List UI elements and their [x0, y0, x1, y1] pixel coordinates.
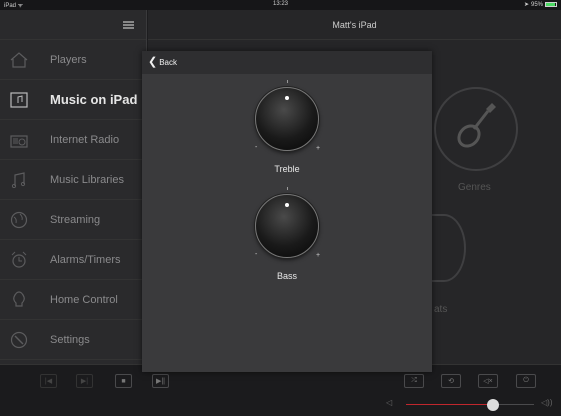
location-icon: ➤: [523, 2, 529, 8]
status-right: ➤ 95%: [524, 1, 557, 8]
treble-knob[interactable]: [255, 87, 319, 151]
bass-knob-wrap: [255, 194, 319, 258]
sidebar-item-label: Settings: [50, 333, 90, 346]
bass-plus: +: [316, 252, 321, 259]
play-pause-icon: ▶||: [155, 378, 166, 385]
bass-knob[interactable]: [255, 194, 319, 258]
lightbulb-icon: [10, 290, 28, 309]
house-icon: [10, 51, 28, 69]
repeat-button[interactable]: ⟲: [441, 374, 461, 388]
stop-icon: ■: [121, 377, 126, 385]
bass-minus: -: [255, 251, 258, 258]
alarm-clock-icon: [10, 251, 28, 269]
shuffle-icon: ⤮: [411, 377, 417, 384]
play-pause-button[interactable]: ▶||: [152, 374, 169, 388]
bass-indicator: [285, 203, 289, 207]
sidebar-item-label: Music on iPad: [50, 92, 138, 107]
mute-button[interactable]: ◁×: [478, 374, 498, 388]
sidebar: Players Music on iPad Internet Radio Mus…: [0, 10, 147, 364]
tone-panel: ❮ Back - + Treble - + Bass: [142, 51, 432, 372]
next-button[interactable]: ▶|: [76, 374, 93, 388]
sidebar-item-label: Players: [50, 53, 87, 66]
battery-percent: 95%: [530, 1, 543, 8]
treble-label: Treble: [274, 164, 300, 174]
genres-label: Genres: [458, 182, 491, 193]
treble-indicator: [285, 96, 289, 100]
sidebar-item-internet-radio[interactable]: Internet Radio: [0, 120, 146, 160]
power-icon: ⏻: [523, 377, 529, 384]
volume-fill: [406, 404, 494, 405]
menu-button[interactable]: [0, 10, 146, 40]
stop-button[interactable]: ■: [115, 374, 132, 388]
volume-low-icon: ◁: [386, 398, 393, 407]
volume-thumb[interactable]: [487, 399, 500, 411]
power-button[interactable]: ⏻: [516, 374, 536, 388]
repeat-icon: ⟲: [448, 378, 454, 385]
bass-label: Bass: [276, 271, 297, 281]
sidebar-item-alarms-timers[interactable]: Alarms/Timers: [0, 240, 146, 280]
globe-icon: [10, 211, 28, 229]
guitar-icon: [457, 103, 496, 148]
sidebar-item-label: Internet Radio: [50, 133, 120, 146]
volume-high-icon: ◁)): [541, 398, 553, 407]
back-label: Back: [159, 58, 178, 67]
treble-minus: -: [255, 144, 258, 151]
hamburger-icon: [123, 21, 134, 29]
previous-icon: |◀: [44, 378, 53, 385]
next-icon: ▶|: [80, 378, 89, 385]
volume-slider[interactable]: [406, 399, 534, 411]
sidebar-item-music-libraries[interactable]: Music Libraries: [0, 160, 146, 200]
second-tile-label: ats: [434, 304, 448, 315]
settings-icon: [10, 331, 28, 349]
sidebar-item-label: Home Control: [50, 293, 118, 306]
sidebar-item-label: Music Libraries: [50, 173, 124, 186]
status-bar: iPad ᯤ 13:23 ➤ 95%: [0, 0, 561, 10]
page-title: Matt's iPad: [148, 10, 561, 40]
status-time: 13:23: [272, 1, 288, 7]
mute-icon: ◁×: [483, 378, 493, 385]
sidebar-item-label: Alarms/Timers: [50, 253, 121, 266]
battery-icon: [545, 2, 557, 7]
radio-icon: [10, 131, 28, 149]
sidebar-item-streaming[interactable]: Streaming: [0, 200, 146, 240]
sidebar-item-players[interactable]: Players: [0, 40, 146, 80]
sidebar-item-music-on-ipad[interactable]: Music on iPad: [0, 80, 146, 120]
chevron-left-icon: ❮: [148, 56, 158, 68]
treble-plus: +: [316, 145, 321, 152]
sidebar-item-home-control[interactable]: Home Control: [0, 280, 146, 320]
back-button[interactable]: ❮ Back: [148, 57, 177, 68]
sidebar-item-settings[interactable]: Settings: [0, 320, 146, 360]
treble-center-tick: [287, 80, 288, 83]
shuffle-button[interactable]: ⤮: [404, 374, 424, 388]
sidebar-item-label: Streaming: [50, 213, 101, 226]
panel-header: ❮ Back: [142, 51, 432, 74]
music-note-icon: [10, 91, 28, 109]
bass-center-tick: [287, 187, 288, 190]
previous-button[interactable]: |◀: [40, 374, 57, 388]
music-library-icon: [10, 171, 28, 189]
genres-tile[interactable]: [434, 87, 518, 171]
treble-knob-wrap: [255, 87, 319, 151]
